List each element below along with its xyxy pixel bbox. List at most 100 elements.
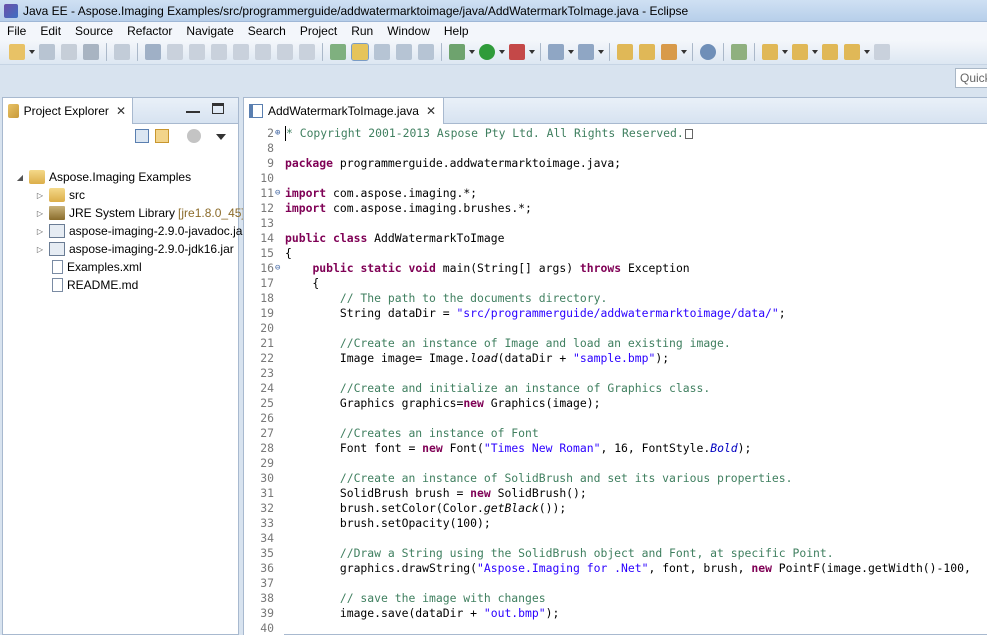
code-token: getBlack [483, 501, 539, 515]
collapse-fold-icon[interactable]: ⊖ [275, 261, 280, 276]
open-folder-icon[interactable] [617, 44, 633, 60]
mark-occurrences-icon[interactable] [351, 43, 369, 61]
code-token: Font font = [285, 441, 423, 455]
close-icon[interactable]: ✕ [116, 104, 126, 118]
paragraph-icon[interactable] [418, 44, 434, 60]
collapse-arrow-icon[interactable]: ◢ [15, 173, 25, 182]
code-token: public [312, 261, 361, 275]
link-with-editor-icon[interactable] [155, 129, 169, 143]
print-icon[interactable] [83, 44, 99, 60]
tree-node-jre-library[interactable]: ▷ JRE System Library [jre1.8.0_45] [35, 204, 245, 222]
annotation-icon[interactable] [731, 44, 747, 60]
code-token: programmerguide.addwatermarktoimage.java… [339, 156, 622, 170]
code-token: { [285, 246, 292, 260]
close-icon[interactable]: ✕ [426, 104, 436, 118]
back-icon[interactable] [844, 44, 860, 60]
line-number: 22 [260, 351, 274, 365]
folded-comment-icon[interactable] [684, 128, 693, 139]
debug-icon[interactable] [449, 44, 465, 60]
collapse-fold-icon[interactable]: ⊖ [275, 186, 280, 201]
expand-arrow-icon[interactable]: ▷ [35, 245, 45, 254]
line-number: 36 [260, 561, 274, 575]
next-annotation-icon[interactable] [762, 44, 778, 60]
terminate-icon[interactable] [211, 44, 227, 60]
tree-node-jdk16-jar[interactable]: ▷ aspose-imaging-2.9.0-jdk16.jar [35, 240, 234, 258]
previous-annotation-icon[interactable] [792, 44, 808, 60]
minimize-icon[interactable] [186, 104, 200, 113]
disconnect-icon[interactable] [233, 44, 249, 60]
menu-refactor[interactable]: Refactor [120, 22, 179, 40]
chevron-down-icon[interactable] [681, 44, 687, 60]
step-into-icon[interactable] [255, 44, 271, 60]
run-icon[interactable] [479, 44, 495, 60]
code-text: //Draw a String using the SolidBrush obj… [285, 546, 834, 561]
tree-node-examples-xml[interactable]: Examples.xml [35, 258, 142, 276]
resume-icon[interactable] [167, 44, 183, 60]
menu-edit[interactable]: Edit [33, 22, 68, 40]
last-edit-icon[interactable] [822, 44, 838, 60]
open-type-icon[interactable] [330, 44, 346, 60]
chevron-down-icon[interactable] [598, 44, 604, 60]
code-editor[interactable]: 2 ⊕ * Copyright 2001-2013 Aspose Pty Ltd. … [244, 124, 987, 635]
code-token: class [333, 231, 375, 245]
skip-breakpoints-icon[interactable] [145, 44, 161, 60]
chevron-down-icon[interactable] [529, 44, 535, 60]
expand-arrow-icon[interactable]: ▷ [35, 191, 45, 200]
code-text: // save the image with changes [285, 591, 546, 606]
save-icon[interactable] [39, 44, 55, 60]
menu-run[interactable]: Run [344, 22, 380, 40]
expand-arrow-icon[interactable]: ▷ [35, 227, 45, 236]
code-token: image.save(dataDir + [285, 606, 484, 620]
search-icon[interactable] [661, 44, 677, 60]
step-over-icon[interactable] [277, 44, 293, 60]
collapse-all-icon[interactable] [135, 129, 149, 143]
toolbar-separator [540, 43, 541, 61]
code-line: 9 package programmerguide.addwatermarktoi… [244, 156, 987, 171]
code-line: 8 [244, 141, 987, 156]
chevron-down-icon[interactable] [864, 44, 870, 60]
maximize-icon[interactable] [212, 103, 224, 114]
save-all-icon[interactable] [61, 44, 77, 60]
chevron-down-icon[interactable] [782, 44, 788, 60]
forward-icon[interactable] [874, 44, 890, 60]
menu-help[interactable]: Help [437, 22, 476, 40]
chevron-down-icon[interactable] [812, 44, 818, 60]
code-token: ); [655, 351, 670, 365]
code-token: Exception [627, 261, 690, 275]
new-server-icon[interactable] [548, 44, 564, 60]
code-token: //Draw a String using the SolidBrush obj… [285, 546, 834, 560]
line-number: 9 [267, 156, 274, 170]
menu-navigate[interactable]: Navigate [179, 22, 240, 40]
step-return-icon[interactable] [299, 44, 315, 60]
globe-icon[interactable] [700, 44, 716, 60]
menu-source[interactable]: Source [68, 22, 120, 40]
expand-arrow-icon[interactable]: ▷ [35, 209, 45, 218]
tab-project-explorer[interactable]: Project Explorer ✕ [3, 98, 133, 124]
tree-node-readme[interactable]: README.md [35, 276, 138, 294]
new-class-icon[interactable] [578, 44, 594, 60]
open-task-icon[interactable] [639, 44, 655, 60]
suspend-icon[interactable] [189, 44, 205, 60]
menu-search[interactable]: Search [241, 22, 293, 40]
expand-fold-icon[interactable]: ⊕ [275, 126, 280, 141]
tree-node-javadoc-jar[interactable]: ▷ aspose-imaging-2.9.0-javadoc.ja [35, 222, 242, 240]
show-whitespace-icon[interactable] [396, 44, 412, 60]
tab-addwatermarktoimage-java[interactable]: AddWatermarkToImage.java ✕ [244, 98, 444, 124]
tree-node-project[interactable]: ◢ Aspose.Imaging Examples [15, 168, 191, 186]
focus-task-icon[interactable] [187, 129, 201, 143]
tree-node-src[interactable]: ▷ src [35, 186, 85, 204]
view-menu-chevron-down-icon[interactable] [216, 134, 226, 140]
menu-project[interactable]: Project [293, 22, 344, 40]
external-tools-icon[interactable] [509, 44, 525, 60]
chevron-down-icon[interactable] [568, 44, 574, 60]
chevron-down-icon[interactable] [29, 44, 35, 60]
quick-access-input[interactable]: Quick [955, 68, 987, 88]
chevron-down-icon[interactable] [469, 44, 475, 60]
menu-file[interactable]: File [0, 22, 33, 40]
binary-icon[interactable] [114, 44, 130, 60]
chevron-down-icon[interactable] [499, 44, 505, 60]
code-token: "Times New Roman" [483, 441, 601, 455]
new-icon[interactable] [9, 44, 25, 60]
block-selection-icon[interactable] [374, 44, 390, 60]
menu-window[interactable]: Window [380, 22, 437, 40]
